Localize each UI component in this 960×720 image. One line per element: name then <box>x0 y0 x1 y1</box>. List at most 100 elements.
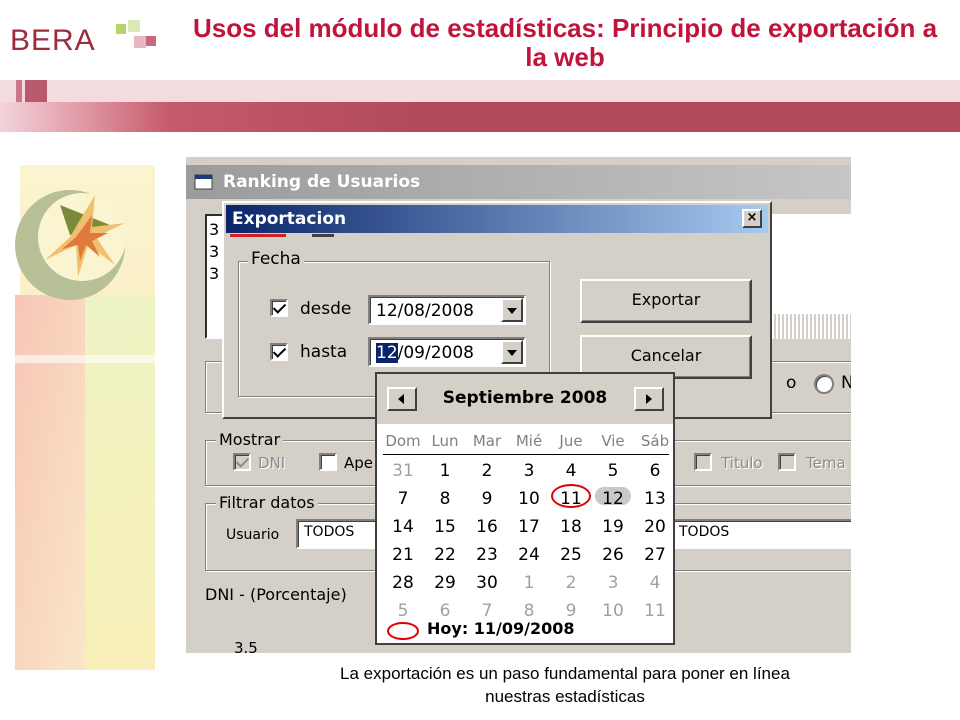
calendar-day[interactable]: 19 <box>592 517 634 537</box>
titulo-checkbox[interactable] <box>694 453 712 471</box>
mostrar-group-label: Mostrar <box>216 430 284 449</box>
calendar-day[interactable]: 16 <box>466 517 508 537</box>
calendar-day[interactable]: 27 <box>634 545 676 565</box>
hasta-date-rest: /09/2008 <box>397 343 474 363</box>
ape-checkbox[interactable] <box>319 453 337 471</box>
ranking-window-titlebar[interactable]: Ranking de Usuarios <box>186 165 851 199</box>
calendar-day[interactable]: 7 <box>382 489 424 509</box>
calendar-day[interactable]: 11 <box>634 601 676 621</box>
calendar-day[interactable]: 5 <box>592 461 634 481</box>
calendar-day[interactable]: 2 <box>550 573 592 593</box>
calendar-day[interactable]: 26 <box>592 545 634 565</box>
weekday-label: Jue <box>559 432 583 450</box>
weekday-label: Lun <box>431 432 459 450</box>
calendar-day[interactable]: 14 <box>382 517 424 537</box>
axis-value: 3.5 <box>234 639 258 653</box>
list-item[interactable]: 3 <box>209 264 219 283</box>
header-band-block <box>25 80 47 102</box>
usuario-field[interactable]: TODOS <box>296 519 386 549</box>
usuario-field-value: TODOS <box>304 524 355 540</box>
fecha-group-label: Fecha <box>248 249 304 269</box>
radio-label: N <box>841 373 851 393</box>
desde-date-picker[interactable]: 12/08/2008 <box>368 295 526 325</box>
calendar-day[interactable]: 6 <box>634 461 676 481</box>
calendar-day[interactable]: 11 <box>550 489 592 509</box>
calendar-day[interactable]: 6 <box>424 601 466 621</box>
calendar-day[interactable]: 25 <box>550 545 592 565</box>
calendar-day[interactable]: 7 <box>466 601 508 621</box>
filter-field-2[interactable]: TODOS <box>671 519 851 549</box>
radio-button[interactable] <box>814 374 834 394</box>
calendar-day[interactable]: 1 <box>508 573 550 593</box>
calendar-day[interactable]: 21 <box>382 545 424 565</box>
calendar-day[interactable]: 9 <box>466 489 508 509</box>
calendar-day[interactable]: 23 <box>466 545 508 565</box>
calendar-day[interactable]: 3 <box>592 573 634 593</box>
calendar-dropdown: Septiembre 2008 Dom Lun Mar Mié Jue Vie … <box>375 372 675 645</box>
dni-checkbox-label: DNI <box>258 454 286 472</box>
calendar-day[interactable]: 9 <box>550 601 592 621</box>
list-tab-red <box>230 234 286 237</box>
calendar-day[interactable]: 4 <box>634 573 676 593</box>
logo-square <box>116 24 126 34</box>
calendar-day[interactable]: 17 <box>508 517 550 537</box>
calendar-day[interactable]: 22 <box>424 545 466 565</box>
calendar-day[interactable]: 20 <box>634 517 676 537</box>
header-band-light <box>0 80 960 102</box>
calendar-day[interactable]: 5 <box>382 601 424 621</box>
calendar-day[interactable]: 8 <box>508 601 550 621</box>
chevron-down-icon[interactable] <box>501 298 523 322</box>
calendar-day[interactable]: 29 <box>424 573 466 593</box>
usuario-label: Usuario <box>226 527 280 543</box>
titulo-checkbox-label: Titulo <box>721 454 763 472</box>
chevron-down-icon[interactable] <box>501 340 523 364</box>
logo-square <box>146 36 156 46</box>
ape-checkbox-label: Ape <box>344 454 374 472</box>
hasta-checkbox[interactable] <box>270 343 288 361</box>
dni-checkbox[interactable] <box>233 453 251 471</box>
calendar-day[interactable]: 4 <box>550 461 592 481</box>
calendar-day[interactable]: 3 <box>508 461 550 481</box>
calendar-day[interactable]: 13 <box>634 489 676 509</box>
desde-label: desde <box>300 299 352 319</box>
hasta-date-picker[interactable]: 12/09/2008 <box>368 337 526 367</box>
next-month-icon[interactable] <box>634 387 664 411</box>
desde-checkbox[interactable] <box>270 299 288 317</box>
today-label[interactable]: Hoy: 11/09/2008 <box>427 619 575 638</box>
calendar-header: Septiembre 2008 <box>377 374 673 424</box>
close-icon[interactable]: × <box>742 209 762 228</box>
calendar-day[interactable]: 8 <box>424 489 466 509</box>
hasta-label: hasta <box>300 342 348 362</box>
slide-title: Usos del módulo de estadísticas: Princip… <box>192 13 938 73</box>
weekday-label: Dom <box>385 432 421 450</box>
calendar-day[interactable]: 30 <box>466 573 508 593</box>
logo-square <box>134 36 146 48</box>
export-dialog-titlebar[interactable]: Exportacion × <box>226 205 768 233</box>
hasta-date-selected-segment: 12 <box>376 343 398 363</box>
calendar-month-title: Septiembre 2008 <box>442 388 608 408</box>
calendar-day[interactable]: 1 <box>424 461 466 481</box>
calendar-day[interactable]: 15 <box>424 517 466 537</box>
exportar-button[interactable]: Exportar <box>580 279 752 323</box>
tema-checkbox[interactable] <box>778 453 796 471</box>
bera-logo: BERA <box>10 20 160 70</box>
decorative-panel <box>0 165 155 670</box>
caption-line-2: nuestras estadísticas <box>485 686 645 706</box>
calendar-day[interactable]: 28 <box>382 573 424 593</box>
decorative-leaf-graphic <box>0 165 155 670</box>
export-dialog-title: Exportacion <box>232 209 347 229</box>
calendar-day[interactable]: 31 <box>382 461 424 481</box>
filter-field-2-value: TODOS <box>679 524 730 540</box>
calendar-day[interactable]: 10 <box>508 489 550 509</box>
prev-month-icon[interactable] <box>387 387 417 411</box>
calendar-day[interactable]: 18 <box>550 517 592 537</box>
application-screenshot: Ranking de Usuarios 3 3 3 o N Mostrar DN… <box>186 157 851 653</box>
calendar-day[interactable]: 12 <box>592 489 634 509</box>
list-item[interactable]: 3 <box>209 242 219 261</box>
calendar-day[interactable]: 10 <box>592 601 634 621</box>
weekday-divider <box>383 454 669 455</box>
calendar-day[interactable]: 2 <box>466 461 508 481</box>
list-item[interactable]: 3 <box>209 220 219 239</box>
calendar-day[interactable]: 24 <box>508 545 550 565</box>
window-icon <box>194 174 213 190</box>
